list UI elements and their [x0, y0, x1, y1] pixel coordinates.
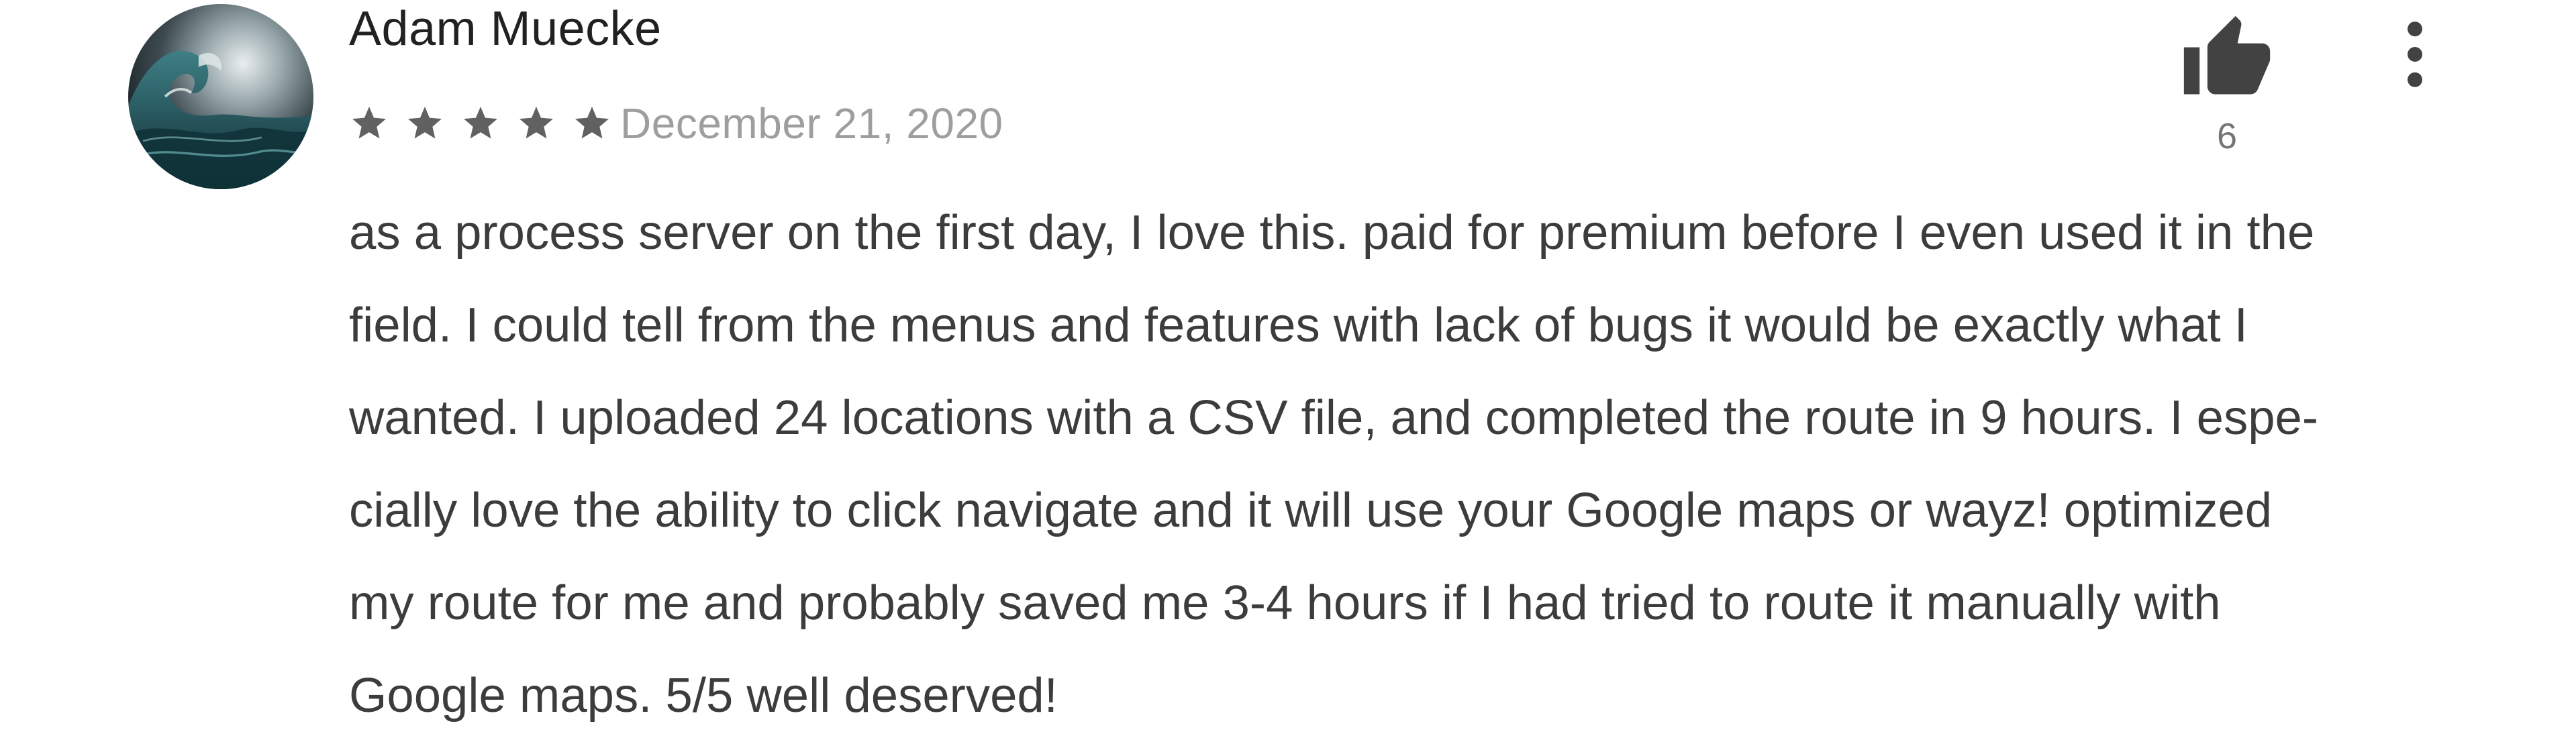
review-meta: December 21, 2020: [349, 91, 1003, 156]
star-icon: [352, 107, 386, 139]
review-card: Adam Muecke December 21, 2020 as a proce…: [0, 0, 2576, 737]
avatar[interactable]: [128, 4, 313, 189]
star-icon: [408, 107, 442, 139]
star-icon: [519, 107, 553, 139]
review-text: as a process server on the first day, I …: [349, 205, 2319, 723]
star-icon: [464, 107, 497, 139]
helpful-count: 6: [2216, 116, 2238, 156]
star-icon: [575, 107, 609, 139]
review-date: December 21, 2020: [620, 99, 1003, 148]
review-author-name: Adam Muecke: [349, 2, 662, 56]
thumbs-up-icon: [2183, 15, 2271, 95]
avatar-image: [128, 4, 313, 189]
helpful-button[interactable]: [2180, 12, 2274, 106]
more-vert-icon: [2408, 21, 2422, 87]
rating-stars: [349, 103, 612, 144]
more-options-button[interactable]: [2387, 17, 2443, 91]
